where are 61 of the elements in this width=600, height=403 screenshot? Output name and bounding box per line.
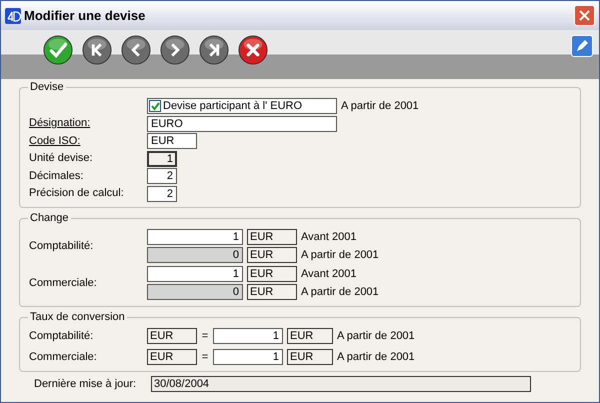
currency-code: EUR — [147, 349, 197, 366]
currency-code: EUR — [247, 228, 297, 245]
checkbox[interactable] — [149, 100, 161, 112]
field-label: Code ISO: — [29, 134, 82, 149]
note-text: Avant 2001 — [301, 230, 356, 244]
cancel-button[interactable] — [238, 35, 268, 65]
rate-field[interactable]: 1 — [147, 266, 243, 282]
currency-code: EUR — [287, 328, 333, 344]
note-text: A partir de 2001 — [337, 350, 415, 365]
close-button[interactable] — [574, 5, 595, 26]
rate-field[interactable]: 1 — [213, 349, 283, 366]
field-label: Désignation: — [29, 116, 92, 132]
note-text: A partir de 2001 — [341, 98, 419, 114]
note-text: A partir de 2001 — [301, 248, 379, 263]
group-title: Taux de conversion — [28, 310, 127, 324]
note-text: A partir de 2001 — [301, 285, 379, 300]
first-record-button[interactable] — [82, 35, 112, 65]
field-label: Unité devise: — [29, 151, 94, 166]
checkbox-label: Devise participant à l' EURO — [163, 99, 302, 113]
input-field[interactable]: EURO — [147, 116, 337, 132]
close-icon — [238, 35, 268, 65]
checkbox-field[interactable]: Devise participant à l' EURO — [147, 98, 337, 114]
currency-code: EUR — [247, 266, 297, 282]
readonly-field: 1 — [147, 150, 177, 166]
note-text: Avant 2001 — [301, 266, 356, 282]
field-label: Commerciale: — [29, 276, 98, 291]
note-text: A partir de 2001 — [337, 328, 415, 344]
field-label: Comptabilité: — [29, 328, 94, 344]
checkmark-icon — [150, 102, 160, 110]
rate-field[interactable]: 1 — [147, 228, 243, 245]
chevron-left-icon — [121, 35, 151, 65]
last-record-button[interactable] — [199, 35, 229, 65]
previous-record-button[interactable] — [121, 35, 151, 65]
input-field[interactable]: EUR — [147, 133, 197, 149]
skip-forward-icon — [199, 35, 229, 65]
skip-back-icon — [82, 35, 112, 65]
app-logo-icon — [5, 8, 21, 24]
input-field[interactable]: 2 — [147, 168, 177, 184]
checkmark-icon — [43, 35, 73, 65]
equals-sign: = — [200, 350, 210, 365]
currency-code: EUR — [287, 349, 333, 366]
validate-button[interactable] — [43, 35, 73, 65]
close-icon — [579, 10, 590, 21]
currency-code: EUR — [147, 328, 197, 344]
chevron-right-icon — [160, 35, 190, 65]
currency-code: EUR — [247, 284, 297, 300]
field-label: Dernière mise à jour: — [34, 376, 138, 392]
pencil-icon — [575, 39, 589, 53]
field-label: Précision de calcul: — [29, 186, 125, 202]
group-title: Change — [28, 210, 71, 224]
window-title: Modifier une devise — [24, 6, 146, 25]
currency-code: EUR — [247, 247, 297, 264]
field-label: Comptabilité: — [29, 238, 94, 254]
field-label: Décimales: — [29, 168, 84, 184]
field-label: Commerciale: — [29, 350, 98, 365]
input-field[interactable]: 2 — [147, 186, 177, 202]
equals-sign: = — [200, 328, 210, 344]
date-field: 30/08/2004 — [151, 376, 531, 392]
next-record-button[interactable] — [160, 35, 190, 65]
edit-button[interactable] — [571, 35, 593, 57]
rate-field[interactable]: 1 — [213, 328, 283, 344]
